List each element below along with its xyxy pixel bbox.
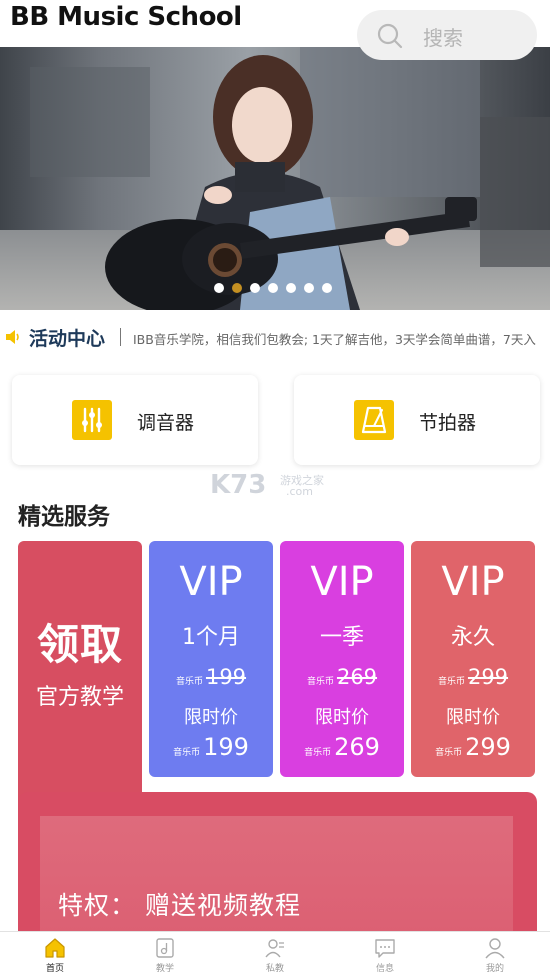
limited-price-tag: 限时价	[446, 707, 500, 728]
sale-price-value: 299	[465, 733, 511, 761]
original-price-value: 269	[336, 665, 378, 689]
original-price-value: 299	[467, 665, 509, 689]
carousel-dot-active[interactable]	[232, 283, 242, 293]
coin-unit: 音乐币	[437, 677, 465, 687]
vip-sale-price: 音乐币 199	[149, 733, 273, 761]
profile-icon	[485, 938, 505, 959]
section-title: 精选服务	[18, 504, 110, 530]
nav-label: 私教	[265, 964, 284, 973]
coin-unit: 音乐币	[173, 748, 201, 758]
teaching-icon	[156, 938, 174, 958]
limited-price-tag: 限时价	[315, 707, 369, 728]
vip-title: VIP	[441, 559, 505, 605]
watermark-brand: K73	[210, 470, 267, 500]
search-placeholder: 搜索	[423, 26, 463, 50]
coin-unit: 音乐币	[435, 748, 463, 758]
nav-label: 我的	[485, 964, 504, 973]
nav-item-home[interactable]: 首页	[0, 932, 110, 973]
activity-title: 活动中心	[29, 328, 106, 350]
tuner-icon	[72, 400, 112, 440]
private-tutor-icon	[265, 939, 284, 958]
vip-original-price: 音乐币 199	[149, 665, 273, 689]
vip-title: VIP	[179, 559, 243, 605]
tuner-label: 调音器	[137, 412, 195, 434]
bottom-nav: 首页 教学 私教 信息 我的	[0, 931, 550, 973]
speaker-icon	[6, 330, 19, 344]
watermark-logo: K73 游戏之家 .com	[210, 470, 340, 502]
metronome-icon	[354, 400, 394, 440]
vip-card-1-month[interactable]: VIP 1个月 音乐币 199 限时价 音乐币 199	[149, 541, 273, 777]
vip-period: 1个月	[182, 625, 240, 650]
carousel-indicator	[0, 283, 550, 295]
carousel-dot[interactable]	[304, 283, 314, 293]
metronome-card[interactable]: 节拍器	[294, 375, 540, 465]
divider	[120, 328, 121, 346]
carousel-dot[interactable]	[286, 283, 296, 293]
vip-original-price: 音乐币 269	[280, 665, 404, 689]
coin-unit: 音乐币	[175, 677, 203, 687]
activity-center[interactable]: 活动中心 IBB音乐学院，相信我们包教会; 1天了解吉他，3天学会简单曲谱，7天…	[0, 318, 550, 356]
nav-item-teaching[interactable]: 教学	[110, 932, 220, 973]
nav-label: 首页	[45, 964, 64, 973]
claim-title: 领取	[36, 620, 123, 669]
original-price-value: 199	[205, 665, 247, 689]
sale-price-value: 199	[203, 733, 249, 761]
message-icon	[375, 939, 395, 958]
nav-item-message[interactable]: 信息	[330, 932, 440, 973]
vip-period: 一季	[319, 625, 364, 650]
vip-title: VIP	[310, 559, 374, 605]
carousel-dot[interactable]	[268, 283, 278, 293]
tuner-card[interactable]: 调音器	[12, 375, 258, 465]
privilege-text: 特权： 赠送视频教程	[58, 891, 301, 920]
nav-label: 教学	[155, 964, 174, 973]
vip-sale-price: 音乐币 299	[411, 733, 535, 761]
coin-unit: 音乐币	[304, 748, 332, 758]
nav-item-profile[interactable]: 我的	[440, 932, 550, 973]
carousel-dot[interactable]	[250, 283, 260, 293]
coin-unit: 音乐币	[306, 677, 334, 687]
watermark-domain: .com	[286, 485, 313, 498]
vip-original-price: 音乐币 299	[411, 665, 535, 689]
vip-card-season[interactable]: VIP 一季 音乐币 269 限时价 音乐币 269	[280, 541, 404, 777]
banner-carousel[interactable]	[0, 47, 550, 310]
carousel-dot[interactable]	[322, 283, 332, 293]
nav-label: 信息	[375, 964, 394, 973]
limited-price-tag: 限时价	[184, 707, 238, 728]
search-bar[interactable]: 搜索	[357, 10, 537, 60]
vip-card-permanent[interactable]: VIP 永久 音乐币 299 限时价 音乐币 299	[411, 541, 535, 777]
home-icon	[45, 938, 65, 958]
carousel-dot[interactable]	[214, 283, 224, 293]
search-icon	[377, 23, 403, 49]
sale-price-value: 269	[334, 733, 380, 761]
banner-image	[30, 47, 550, 310]
activity-marquee-text: IBB音乐学院，相信我们包教会; 1天了解吉他，3天学会简单曲谱，7天入	[133, 332, 536, 347]
vip-sale-price: 音乐币 269	[280, 733, 404, 761]
app-title: BB Music School	[10, 2, 242, 32]
vip-period: 永久	[450, 625, 495, 650]
claim-subtitle: 官方教学	[35, 685, 124, 710]
nav-item-private-tutor[interactable]: 私教	[220, 932, 330, 973]
metronome-label: 节拍器	[419, 412, 477, 434]
